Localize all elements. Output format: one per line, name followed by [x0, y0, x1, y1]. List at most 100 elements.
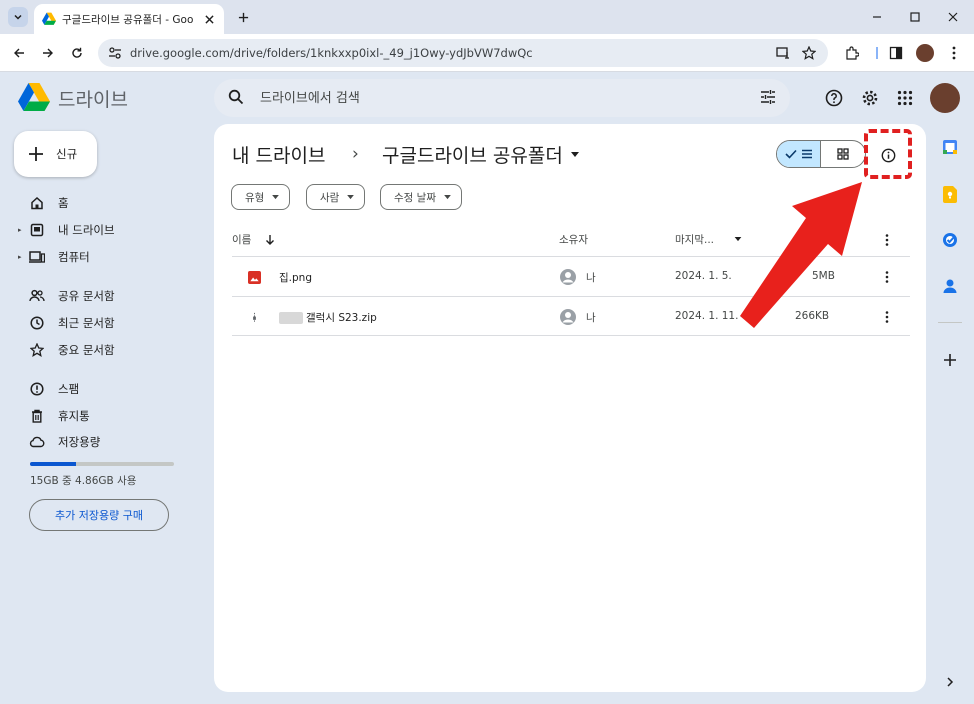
grid-view-button[interactable]	[821, 141, 865, 167]
site-info-icon[interactable]	[108, 46, 122, 60]
filter-chip-people[interactable]: 사람	[306, 184, 366, 210]
sidebar-item-storage[interactable]: 저장용량	[18, 431, 198, 453]
expand-caret-icon[interactable]: ▸	[18, 226, 28, 234]
browser-profile-avatar[interactable]	[916, 44, 934, 62]
install-app-icon[interactable]	[774, 44, 792, 62]
filter-chip-modified[interactable]: 수정 날짜	[380, 184, 462, 210]
table-row-1-name[interactable]: 집.png	[248, 270, 312, 285]
clock-icon	[28, 314, 46, 332]
search-options-icon[interactable]	[760, 89, 776, 105]
address-bar[interactable]: drive.google.com/drive/folders/1knkxxp0i…	[98, 39, 828, 67]
maximize-icon	[910, 12, 920, 22]
sidebar-item-spam[interactable]: 스팸	[18, 378, 198, 400]
breadcrumb-current-folder[interactable]: 구글드라이브 공유폴더	[382, 141, 579, 168]
keep-app-button[interactable]	[940, 184, 960, 204]
get-addons-button[interactable]	[940, 350, 960, 370]
table-row-1-modified: 2024. 1. 5.	[675, 270, 732, 282]
sidebar-item-starred[interactable]: 중요 문서함	[18, 339, 198, 361]
grid-view-icon	[837, 148, 849, 160]
more-vert-icon	[952, 46, 956, 60]
drive-brand-name[interactable]: 드라이브	[58, 85, 128, 112]
sidebar-item-computers[interactable]: ▸ 컴퓨터	[18, 246, 198, 268]
google-apps-button[interactable]	[893, 86, 917, 110]
more-vert-icon	[885, 311, 889, 323]
side-panel-button[interactable]	[886, 43, 906, 63]
dropdown-arrow-icon	[444, 194, 451, 199]
search-input[interactable]	[260, 88, 730, 108]
drive-search-bar[interactable]	[214, 79, 790, 117]
buy-storage-button[interactable]: 추가 저장용량 구매	[29, 499, 169, 531]
expand-caret-icon[interactable]: ▸	[18, 253, 28, 261]
url-text: drive.google.com/drive/folders/1knkxxp0i…	[130, 46, 533, 60]
tab-search-button[interactable]	[8, 7, 28, 27]
sidebar-item-my-drive[interactable]: ▸ 내 드라이브	[18, 219, 198, 241]
calendar-icon	[943, 140, 957, 154]
hide-side-panel-button[interactable]	[940, 672, 960, 692]
avatar-icon	[560, 269, 576, 285]
image-file-icon	[248, 271, 261, 284]
sidebar-item-shared[interactable]: 공유 문서함	[18, 285, 198, 307]
extensions-button[interactable]	[842, 43, 862, 63]
sidebar-item-label: 내 드라이브	[58, 223, 115, 237]
table-row-2-name[interactable]: 갤럭시 S23.zip	[248, 310, 377, 325]
column-options-button[interactable]	[880, 231, 894, 249]
filter-chip-label: 사람	[320, 191, 340, 204]
redacted-text	[279, 311, 303, 324]
table-row-1-owner: 나	[559, 268, 596, 286]
column-header-owner[interactable]: 소유자	[559, 232, 588, 247]
drive-logo-icon[interactable]	[18, 83, 50, 111]
browser-toolbar: drive.google.com/drive/folders/1knkxxp0i…	[0, 34, 974, 72]
home-icon	[28, 194, 46, 212]
contacts-icon	[943, 279, 957, 293]
storage-usage-fill	[30, 462, 77, 466]
new-button[interactable]: 신규	[14, 131, 97, 177]
sidebar-item-trash[interactable]: 휴지통	[18, 405, 198, 427]
storage-usage-bar	[30, 462, 174, 466]
browser-menu-button[interactable]	[944, 43, 964, 63]
sidebar-item-label: 홈	[58, 196, 69, 210]
toolbar-divider	[876, 47, 878, 59]
contacts-app-button[interactable]	[940, 276, 960, 296]
plus-icon	[238, 12, 248, 22]
account-avatar[interactable]	[930, 83, 960, 113]
tab-close-icon[interactable]	[202, 12, 216, 26]
new-tab-button[interactable]	[234, 8, 252, 26]
help-button[interactable]	[822, 86, 846, 110]
forward-button[interactable]	[38, 43, 58, 63]
dropdown-arrow-icon	[570, 151, 579, 157]
chevron-down-icon	[14, 14, 22, 20]
row-1-more-button[interactable]	[880, 268, 894, 286]
back-button[interactable]	[9, 43, 29, 63]
new-button-label: 신규	[56, 147, 78, 161]
spam-icon	[28, 380, 46, 398]
owner-name: 나	[586, 271, 596, 284]
maximize-button[interactable]	[904, 6, 926, 28]
bookmark-star-icon[interactable]	[800, 44, 818, 62]
sort-arrow-down-icon[interactable]	[265, 234, 275, 246]
minimize-button[interactable]	[866, 6, 888, 28]
breadcrumb-my-drive[interactable]: 내 드라이브	[232, 141, 325, 168]
sidebar-item-home[interactable]: 홈	[18, 192, 198, 214]
cloud-icon	[28, 433, 46, 451]
settings-button[interactable]	[858, 86, 882, 110]
calendar-app-button[interactable]	[940, 137, 960, 157]
reload-button[interactable]	[67, 43, 87, 63]
dropdown-arrow-icon	[272, 194, 280, 199]
help-icon	[825, 89, 843, 107]
file-name: 집.png	[279, 272, 312, 284]
search-icon[interactable]	[228, 89, 244, 105]
list-view-button[interactable]	[777, 141, 822, 167]
row-2-more-button[interactable]	[880, 308, 894, 326]
table-row-2-owner: 나	[559, 308, 596, 326]
sidebar-item-label: 스팸	[58, 382, 80, 396]
filter-chip-type[interactable]: 유형	[231, 184, 291, 210]
sidebar-item-recent[interactable]: 최근 문서함	[18, 312, 198, 334]
close-window-button[interactable]	[942, 6, 964, 28]
column-header-label: 마지막...	[675, 234, 714, 246]
filter-chip-label: 유형	[245, 191, 265, 204]
browser-tab[interactable]: 구글드라이브 공유폴더 - Goo	[34, 4, 224, 34]
column-header-name[interactable]: 이름	[232, 232, 275, 247]
tasks-app-button[interactable]	[940, 230, 960, 250]
table-row-2-modified: 2024. 1. 11.	[675, 310, 739, 322]
keep-icon	[943, 185, 957, 203]
